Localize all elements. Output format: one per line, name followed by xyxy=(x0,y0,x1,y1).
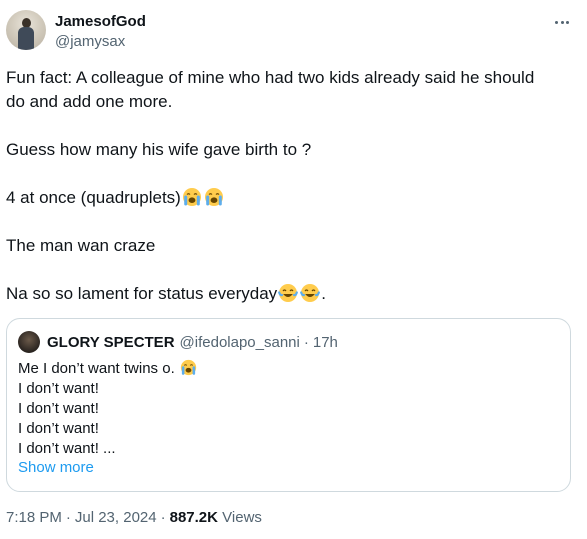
loudly-crying-face-icon xyxy=(180,359,197,376)
quoted-tweet-time[interactable]: 17h xyxy=(313,334,338,351)
tweet-line: Fun fact: A colleague of mine who had tw… xyxy=(6,68,535,87)
face-with-tears-of-joy-icon xyxy=(300,283,320,303)
author-handle[interactable]: @jamysax xyxy=(55,32,146,52)
loudly-crying-face-icon xyxy=(204,187,224,207)
tweet-line-with-emoji: Na so so lament for status everyday. xyxy=(6,282,571,306)
tweet-line-with-emoji: 4 at once (quadruplets) xyxy=(6,186,571,210)
quoted-tweet-line-with-emoji: Me I don’t want twins o. xyxy=(18,359,198,379)
author-display-name[interactable]: JamesofGod xyxy=(55,12,146,32)
quoted-author-display-name[interactable]: GLORY SPECTER xyxy=(47,334,175,351)
quoted-tweet-body: Me I don’t want twins o. I don’t want! I… xyxy=(18,359,198,459)
tweet-line: do and add one more. xyxy=(6,92,173,111)
tweet-time[interactable]: 7:18 PM xyxy=(6,509,62,526)
tweet-line: The man wan craze xyxy=(6,236,156,255)
loudly-crying-face-icon xyxy=(182,187,202,207)
tweet-meta: 7:18 PM · Jul 23, 2024 · 887.2K Views xyxy=(6,508,262,528)
quoted-tweet-line: I don’t want! xyxy=(18,400,99,417)
quoted-tweet-line: I don’t want! ... xyxy=(18,440,116,457)
tweet-date[interactable]: Jul 23, 2024 xyxy=(75,509,157,526)
author-avatar[interactable] xyxy=(6,10,46,50)
views-label: Views xyxy=(222,509,262,526)
tweet-line: 4 at once (quadruplets) xyxy=(6,188,181,207)
tweet-body: Fun fact: A colleague of mine who had tw… xyxy=(6,66,571,306)
quoted-tweet-line: I don’t want! xyxy=(18,380,99,397)
quoted-tweet-line: Me I don’t want twins o. xyxy=(18,360,175,377)
more-horizontal-icon xyxy=(560,20,564,24)
author-name-block: JamesofGod @jamysax xyxy=(55,12,146,52)
views-count: 887.2K xyxy=(169,509,218,526)
separator-dot: · xyxy=(65,509,71,526)
quoted-tweet-card[interactable]: GLORY SPECTER @ifedolapo_sanni · 17h Me … xyxy=(6,318,571,492)
quoted-author-avatar[interactable] xyxy=(18,331,40,353)
tweet-line: Guess how many his wife gave birth to ? xyxy=(6,140,312,159)
tweet-line-tail: . xyxy=(321,284,326,303)
show-more-link[interactable]: Show more xyxy=(18,459,94,476)
more-horizontal-icon xyxy=(555,20,559,24)
more-horizontal-icon xyxy=(565,20,569,24)
separator-dot: · xyxy=(160,509,166,526)
quoted-author-handle[interactable]: @ifedolapo_sanni xyxy=(180,334,300,351)
more-options-button[interactable] xyxy=(551,12,573,32)
quoted-tweet-line: I don’t want! xyxy=(18,420,99,437)
avatar-figure-body xyxy=(18,27,34,50)
separator-dot: · xyxy=(303,333,309,351)
tweet-line: Na so so lament for status everyday xyxy=(6,284,278,303)
tweet-header: JamesofGod @jamysax xyxy=(6,10,581,54)
face-with-tears-of-joy-icon xyxy=(278,283,298,303)
quoted-tweet-header: GLORY SPECTER @ifedolapo_sanni · 17h xyxy=(18,331,338,353)
